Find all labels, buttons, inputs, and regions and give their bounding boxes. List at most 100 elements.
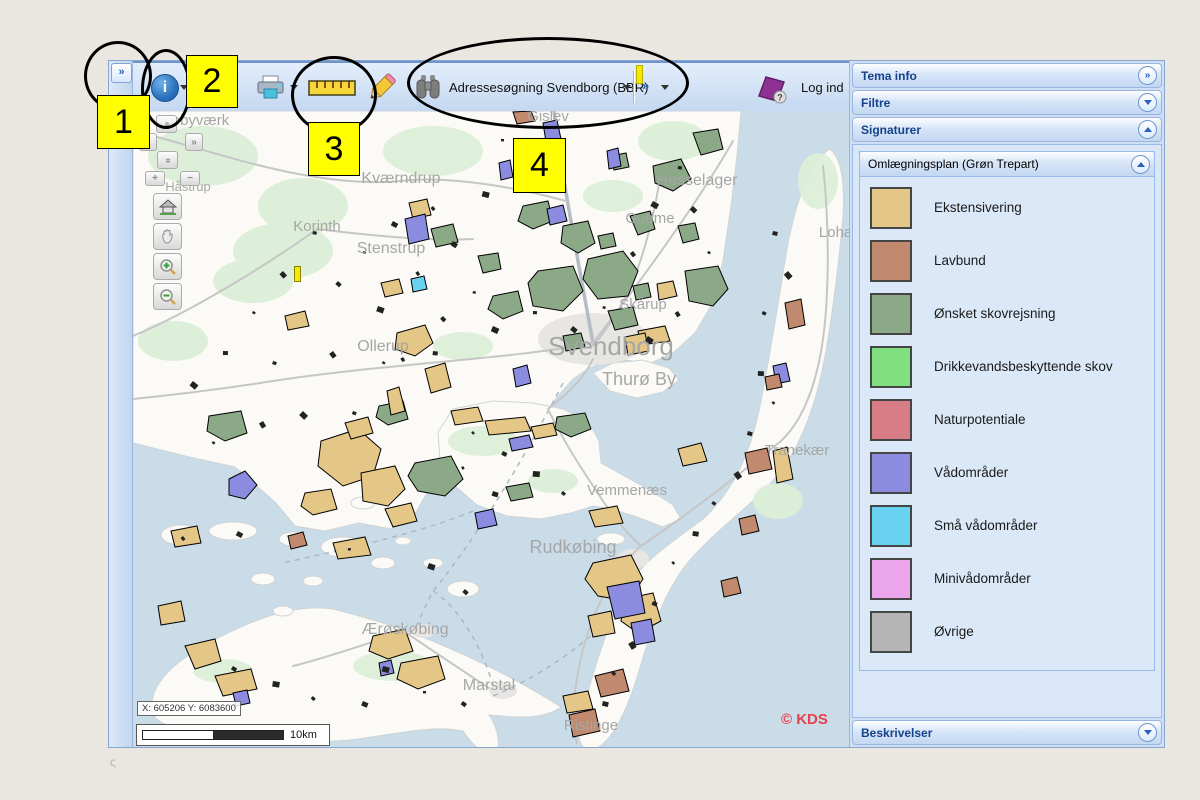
zoom-step-out-button[interactable]: −	[180, 171, 200, 186]
signaturer-label: Signaturer	[861, 123, 921, 137]
panel-header-beskrivelser[interactable]: Beskrivelser	[852, 720, 1162, 745]
address-search-dropdown[interactable]: Adressesøgning Svendborg (BBR)	[449, 80, 625, 95]
login-book-icon[interactable]: ?	[756, 74, 792, 104]
legend-label: Små vådområder	[934, 518, 1120, 535]
beskrivelser-label: Beskrivelser	[861, 726, 932, 740]
legend-label: Minivådområder	[934, 571, 1120, 588]
address-search-caret-icon[interactable]	[623, 85, 631, 90]
panel-header-tema-info[interactable]: Tema info »	[852, 63, 1162, 88]
coordinate-readout: X: 605206 Y: 6083600	[137, 701, 241, 716]
map-place-label: Tranekær	[765, 442, 829, 459]
measure-ruler-icon[interactable]	[308, 79, 356, 97]
beskrivelser-collapse-button[interactable]	[1138, 723, 1157, 742]
map-small-polygon	[533, 311, 537, 314]
map-highlight-mark	[294, 266, 301, 282]
chevron-down-icon	[1144, 730, 1152, 735]
panel-header-signaturer[interactable]: Signaturer	[852, 117, 1162, 142]
legend-label: Naturpotentiale	[934, 412, 1120, 429]
map-small-polygon	[678, 166, 682, 170]
map-place-label: Ollerup	[357, 338, 409, 355]
map-small-polygon	[692, 531, 699, 537]
map-theme-polygon	[598, 233, 616, 249]
signaturer-collapse-button[interactable]	[1138, 120, 1157, 139]
info-tool-button[interactable]: i	[151, 74, 179, 102]
legend-swatch	[870, 346, 912, 388]
basemap: BrobyværkHåstrupKværndrupKorinthStenstru…	[133, 111, 849, 747]
pan-down-button[interactable]: »	[157, 151, 178, 169]
hand-icon	[160, 229, 176, 245]
map-place-label: Korinth	[293, 218, 341, 235]
map-place-label: Svendborg	[548, 331, 674, 361]
pan-hand-button[interactable]	[153, 223, 182, 250]
map-theme-polygon	[765, 374, 782, 390]
pan-up-button[interactable]: »	[156, 115, 177, 133]
zoom-out-magnifier-icon	[159, 288, 177, 306]
legend-list: EkstensiveringLavbundØnsket skovrejsning…	[860, 177, 1154, 670]
legend-swatch	[870, 505, 912, 547]
legend-item: Drikkevandsbeskyttende skov	[870, 346, 1146, 388]
map-viewport[interactable]: BrobyværkHåstrupKværndrupKorinthStenstru…	[133, 111, 849, 747]
annotation-number-2: 2	[186, 55, 238, 108]
map-theme-polygon	[475, 509, 497, 529]
sidebar: Tema info » Filtre Signaturer	[849, 61, 1164, 747]
home-extent-button[interactable]	[153, 193, 182, 220]
legend-label: Ekstensivering	[934, 200, 1120, 217]
more-tools-button[interactable]: »	[642, 78, 649, 93]
map-small-polygon	[501, 139, 504, 141]
scale-track	[142, 730, 284, 740]
zoom-in-button[interactable]	[153, 253, 182, 280]
login-button[interactable]: Log ind	[801, 80, 844, 95]
map-place-label: Hesselager	[657, 172, 739, 189]
tema-info-expand-button[interactable]: »	[1138, 66, 1157, 85]
chevron-up-icon	[1144, 127, 1152, 132]
toolbar-separator	[633, 71, 635, 103]
toolbar: i	[133, 61, 849, 114]
legend-panel-header[interactable]: Omlægningsplan (Grøn Trepart)	[860, 152, 1154, 177]
draw-pencil-icon[interactable]	[365, 71, 399, 105]
print-icon[interactable]	[256, 75, 286, 101]
map-small-polygon	[223, 351, 228, 355]
map-place-label: Gudme	[625, 210, 674, 227]
legend-collapse-button[interactable]	[1131, 155, 1150, 174]
legend-item: Vådområder	[870, 452, 1146, 494]
scale-bar: 10km	[136, 724, 330, 746]
annotation-number-1: 1	[97, 95, 150, 149]
annotation-number-4: 4	[513, 138, 566, 193]
map-place-label: Kværndrup	[361, 170, 440, 187]
pan-right-button[interactable]: »	[185, 133, 203, 151]
map-application-window: » i	[108, 60, 1165, 748]
map-place-label: Marstal	[463, 677, 515, 694]
annotation-number-3: 3	[308, 122, 360, 176]
print-dropdown-caret-icon[interactable]	[290, 85, 298, 90]
legend-label: Drikkevandsbeskyttende skov	[934, 359, 1120, 376]
page: » i	[0, 0, 1200, 800]
map-place-label: Ristinge	[564, 717, 618, 734]
map-theme-polygon	[607, 148, 621, 169]
address-search-binoculars-icon[interactable]	[413, 73, 443, 101]
panel-header-filtre[interactable]: Filtre	[852, 90, 1162, 115]
zoom-out-button[interactable]	[153, 283, 182, 310]
legend-swatch	[870, 240, 912, 282]
legend-swatch	[870, 187, 912, 229]
map-theme-polygon	[411, 276, 427, 292]
zoom-step-in-button[interactable]: +	[145, 171, 165, 186]
map-theme-polygon	[739, 515, 759, 535]
more-tools-caret-icon[interactable]	[661, 85, 669, 90]
filtre-collapse-button[interactable]	[1138, 93, 1157, 112]
legend-item: Naturpotentiale	[870, 399, 1146, 441]
map-theme-polygon	[499, 160, 513, 180]
map-place-label: Lohals	[819, 224, 849, 241]
map-copyright: © KDS	[781, 711, 828, 728]
map-theme-polygon	[588, 611, 615, 637]
left-collapsed-panel: »	[109, 61, 133, 747]
legend-label: Vådområder	[934, 465, 1120, 482]
expand-left-panel-button[interactable]: »	[111, 63, 132, 83]
map-theme-polygon	[547, 205, 567, 225]
map-place-label: Ærøskøbing	[361, 621, 448, 638]
map-small-polygon	[348, 548, 351, 551]
tema-info-label: Tema info	[861, 69, 917, 83]
map-place-label: Thurø By	[602, 369, 676, 389]
legend-item: Ekstensivering	[870, 187, 1146, 229]
legend-swatch	[870, 293, 912, 335]
chevron-double-right-icon: »	[1145, 71, 1151, 81]
